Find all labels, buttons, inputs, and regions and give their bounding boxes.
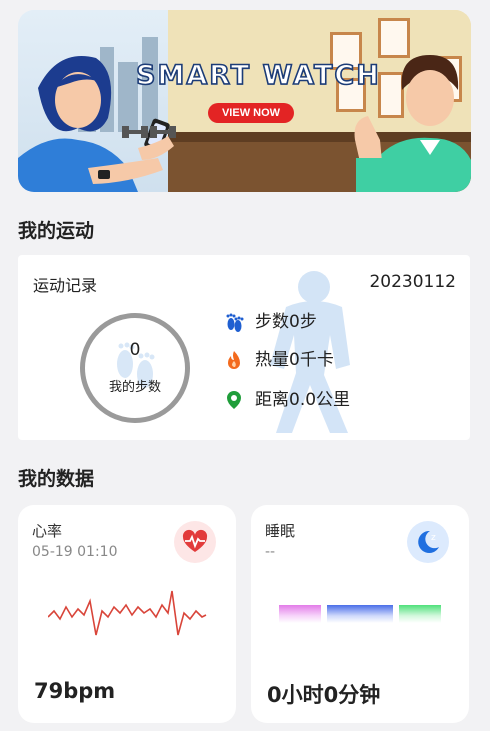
promo-banner[interactable]: SMART WATCH VIEW NOW	[18, 10, 471, 192]
sleep-value: 0小时0分钟	[267, 683, 381, 707]
view-now-button[interactable]: VIEW NOW	[208, 103, 294, 123]
heart-rate-value: 79bpm	[34, 679, 116, 703]
sleep-subtitle: --	[265, 544, 276, 560]
stat-steps-text: 步数0步	[255, 312, 317, 332]
stat-steps: 步数0步	[223, 311, 317, 333]
steps-label: 我的步数	[108, 380, 161, 395]
heart-rate-card[interactable]: 心率 05-19 01:10 79bpm	[18, 505, 236, 723]
stat-distance-text: 距离0.0公里	[255, 390, 351, 410]
stat-distance: 距离0.0公里	[223, 389, 350, 411]
banner-title: SMART WATCH	[135, 59, 381, 92]
footprints-icon	[226, 313, 244, 332]
section-heading-sport: 我的运动	[18, 220, 95, 242]
stat-calories-text: 热量0千卡	[255, 350, 334, 370]
sleep-bar-deep	[279, 605, 321, 623]
sleep-card[interactable]: 睡眠 -- z 0小时0分钟	[251, 505, 469, 723]
activity-card[interactable]: 运动记录 20230112 0 我的步数 步数0步 热量0千卡 距离0.0公里	[18, 255, 470, 440]
steps-count: 0	[129, 340, 141, 360]
dumbbell-icon	[122, 126, 176, 138]
sleep-bar-light	[327, 605, 393, 623]
location-pin-icon	[227, 391, 241, 409]
activity-title: 运动记录	[33, 276, 98, 295]
moon-icon: z	[407, 521, 449, 563]
sleep-bar-awake	[399, 605, 441, 623]
heart-rate-waveform	[48, 590, 207, 636]
svg-text:z: z	[431, 533, 436, 543]
section-heading-data: 我的数据	[18, 468, 95, 490]
carousel-indicator	[254, 190, 288, 192]
steps-ring[interactable]: 0 我的步数	[80, 313, 190, 423]
activity-date: 20230112	[369, 272, 456, 292]
sleep-title: 睡眠	[265, 522, 296, 540]
stat-calories: 热量0千卡	[223, 349, 334, 371]
heart-rate-title: 心率	[32, 522, 63, 540]
flame-icon	[228, 351, 240, 369]
heart-pulse-icon	[174, 521, 216, 563]
heart-rate-timestamp: 05-19 01:10	[32, 544, 118, 560]
